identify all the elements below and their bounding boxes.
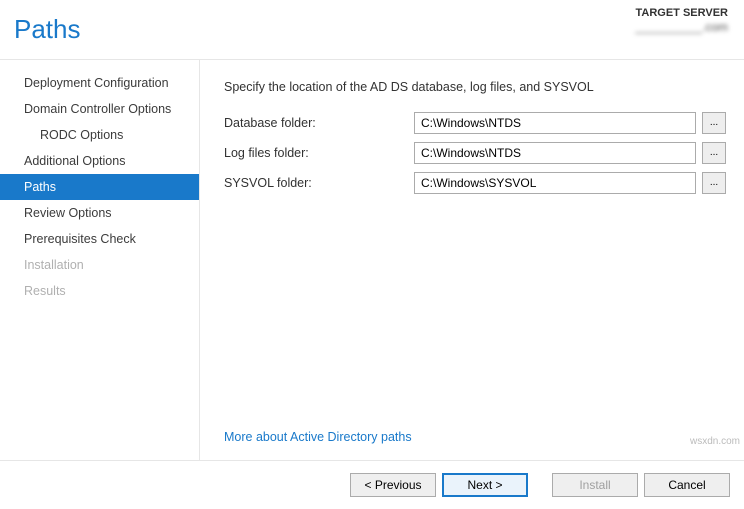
sysvol-folder-input[interactable]: [414, 172, 696, 194]
watermark: wsxdn.com: [690, 436, 740, 447]
sysvol-folder-label: SYSVOL folder:: [224, 176, 414, 190]
more-about-link[interactable]: More about Active Directory paths: [224, 430, 726, 450]
sidebar-item-installation: Installation: [0, 252, 199, 278]
target-server-block: TARGET SERVER __________.com: [635, 6, 728, 36]
cancel-button[interactable]: Cancel: [644, 473, 730, 497]
target-server-name: __________.com: [635, 20, 728, 36]
next-button[interactable]: Next >: [442, 473, 528, 497]
install-button: Install: [552, 473, 638, 497]
page-title: Paths: [14, 14, 81, 45]
target-server-label: TARGET SERVER: [635, 6, 728, 20]
sidebar-item-rodc-options[interactable]: RODC Options: [0, 122, 199, 148]
sidebar-item-prerequisites-check[interactable]: Prerequisites Check: [0, 226, 199, 252]
wizard-footer: < Previous Next > Install Cancel: [0, 460, 744, 508]
sidebar-item-results: Results: [0, 278, 199, 304]
database-folder-input[interactable]: [414, 112, 696, 134]
log-files-folder-input[interactable]: [414, 142, 696, 164]
sidebar-item-domain-controller-options[interactable]: Domain Controller Options: [0, 96, 199, 122]
wizard-sidebar: Deployment ConfigurationDomain Controlle…: [0, 60, 200, 460]
sidebar-item-paths[interactable]: Paths: [0, 174, 199, 200]
sidebar-item-review-options[interactable]: Review Options: [0, 200, 199, 226]
database-folder-label: Database folder:: [224, 116, 414, 130]
sidebar-item-deployment-configuration[interactable]: Deployment Configuration: [0, 70, 199, 96]
database-folder-browse-button[interactable]: ...: [702, 112, 726, 134]
log-files-folder-browse-button[interactable]: ...: [702, 142, 726, 164]
previous-button[interactable]: < Previous: [350, 473, 436, 497]
content-pane: Specify the location of the AD DS databa…: [200, 60, 744, 460]
sidebar-item-additional-options[interactable]: Additional Options: [0, 148, 199, 174]
instruction-text: Specify the location of the AD DS databa…: [224, 80, 726, 94]
log-files-folder-label: Log files folder:: [224, 146, 414, 160]
sysvol-folder-browse-button[interactable]: ...: [702, 172, 726, 194]
